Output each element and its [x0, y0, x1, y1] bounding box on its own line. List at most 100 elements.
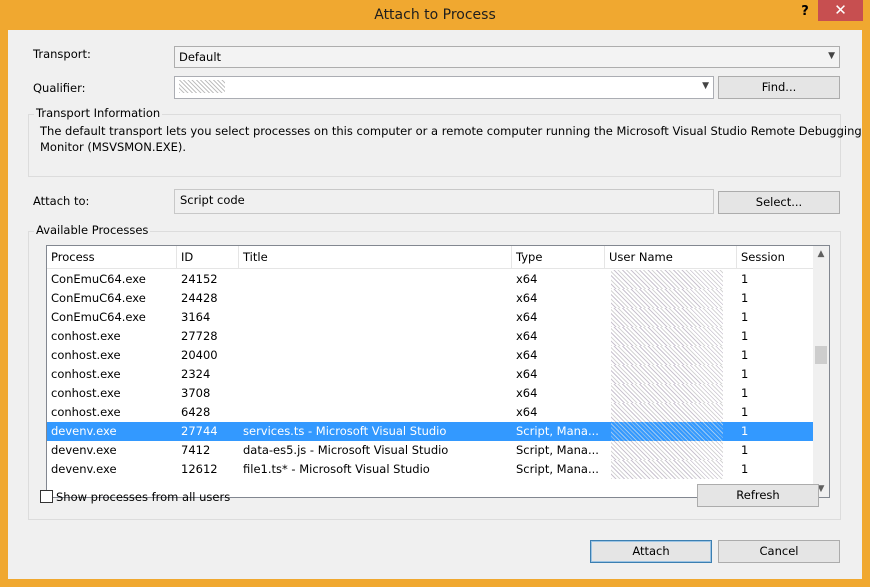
cell-session: 1	[741, 310, 749, 324]
column-header-title[interactable]: Title	[239, 246, 512, 269]
user-name-redacted	[611, 327, 723, 346]
column-header-id[interactable]: ID	[177, 246, 239, 269]
table-row[interactable]: ConEmuC64.exe 24428 x64 1	[47, 289, 813, 308]
table-row[interactable]: conhost.exe 27728 x64 1	[47, 327, 813, 346]
cell-type: x64	[516, 329, 538, 343]
transport-value: Default	[179, 50, 222, 64]
transport-info-line2: Monitor (MSVSMON.EXE).	[40, 140, 187, 154]
transport-info-title: Transport Information	[34, 106, 163, 120]
cell-session: 1	[741, 443, 749, 457]
cell-id: 3164	[181, 310, 211, 324]
cell-title	[239, 289, 512, 308]
user-name-redacted	[611, 289, 723, 308]
attach-to-field: Script code	[174, 189, 714, 214]
user-name-redacted	[611, 308, 723, 327]
cell-session: 1	[741, 329, 749, 343]
close-button[interactable]: ✕	[818, 0, 863, 21]
cell-title	[239, 346, 512, 365]
cell-process: ConEmuC64.exe	[51, 291, 146, 305]
cell-title	[239, 384, 512, 403]
cell-session: 1	[741, 291, 749, 305]
cell-process: devenv.exe	[51, 462, 117, 476]
process-list[interactable]: Process ID Title Type User Name Session …	[46, 245, 830, 498]
scroll-up-icon[interactable]: ▲	[813, 246, 829, 262]
cell-session: 1	[741, 272, 749, 286]
transport-label: Transport:	[33, 47, 91, 61]
help-button[interactable]: ?	[795, 2, 815, 22]
cell-id: 7412	[181, 443, 211, 457]
process-list-scrollbar[interactable]: ▲ ▼	[813, 246, 829, 497]
show-all-users-label[interactable]: Show processes from all users	[56, 490, 230, 504]
cell-process: ConEmuC64.exe	[51, 272, 146, 286]
table-row[interactable]: conhost.exe 6428 x64 1	[47, 403, 813, 422]
cell-id: 3708	[181, 386, 211, 400]
cell-title: services.ts - Microsoft Visual Studio	[243, 424, 447, 438]
cell-session: 1	[741, 367, 749, 381]
user-name-redacted	[611, 270, 723, 289]
transport-info-line1: The default transport lets you select pr…	[40, 124, 862, 138]
user-name-redacted	[611, 365, 723, 384]
qualifier-value-redacted	[179, 80, 225, 93]
chevron-down-icon: ▼	[702, 81, 709, 91]
cell-id: 6428	[181, 405, 211, 419]
title-bar[interactable]: Attach to Process ? ✕	[0, 0, 870, 30]
table-row[interactable]: conhost.exe 3708 x64 1	[47, 384, 813, 403]
cell-type: x64	[516, 348, 538, 362]
cell-session: 1	[741, 405, 749, 419]
cell-type: Script, Mana...	[516, 443, 599, 457]
table-row[interactable]: conhost.exe 2324 x64 1	[47, 365, 813, 384]
window-title: Attach to Process	[374, 7, 496, 23]
table-row[interactable]: devenv.exe 12612 file1.ts* - Microsoft Vis…	[47, 460, 813, 479]
process-rows: ConEmuC64.exe 24152 x64 1 ConEmuC64.exe 24428…	[47, 270, 813, 479]
column-header-process[interactable]: Process	[47, 246, 177, 269]
table-row[interactable]: devenv.exe 27744 services.ts - Microsoft V…	[47, 422, 813, 441]
column-header-type[interactable]: Type	[512, 246, 605, 269]
cell-session: 1	[741, 348, 749, 362]
cell-type: x64	[516, 291, 538, 305]
cell-title: data-es5.js - Microsoft Visual Studio	[243, 443, 449, 457]
cell-id: 24152	[181, 272, 218, 286]
cell-type: x64	[516, 272, 538, 286]
column-header-user-name[interactable]: User Name	[605, 246, 737, 269]
cell-title	[239, 403, 512, 422]
table-row[interactable]: devenv.exe 7412 data-es5.js - Microsoft Vi…	[47, 441, 813, 460]
cell-id: 27728	[181, 329, 218, 343]
cell-process: conhost.exe	[51, 329, 121, 343]
cell-title	[239, 270, 512, 289]
cell-session: 1	[741, 462, 749, 476]
attach-to-label: Attach to:	[33, 194, 90, 208]
cell-type: x64	[516, 386, 538, 400]
column-header-session[interactable]: Session	[737, 246, 813, 269]
cell-process: conhost.exe	[51, 405, 121, 419]
show-all-users-checkbox[interactable]	[40, 490, 53, 503]
find-button[interactable]: Find...	[718, 76, 840, 99]
user-name-redacted	[611, 460, 723, 479]
scrollbar-thumb[interactable]	[815, 346, 827, 364]
table-row[interactable]: ConEmuC64.exe 24152 x64 1	[47, 270, 813, 289]
chevron-down-icon: ▼	[828, 51, 835, 61]
cell-type: Script, Mana...	[516, 424, 599, 438]
attach-to-process-dialog: Attach to Process ? ✕ Transport: Default…	[0, 0, 870, 587]
process-list-header: Process ID Title Type User Name Session	[47, 246, 813, 269]
transport-dropdown[interactable]: Default ▼	[174, 46, 840, 68]
refresh-button[interactable]: Refresh	[697, 484, 819, 507]
cell-id: 12612	[181, 462, 218, 476]
cell-process: devenv.exe	[51, 443, 117, 457]
qualifier-label: Qualifier:	[33, 81, 86, 95]
available-processes-title: Available Processes	[34, 223, 151, 237]
qualifier-combobox[interactable]: ▼	[174, 76, 714, 99]
cell-process: conhost.exe	[51, 348, 121, 362]
cell-type: x64	[516, 405, 538, 419]
table-row[interactable]: conhost.exe 20400 x64 1	[47, 346, 813, 365]
cell-process: devenv.exe	[51, 424, 117, 438]
user-name-redacted	[611, 422, 723, 441]
cell-process: ConEmuC64.exe	[51, 310, 146, 324]
cancel-button[interactable]: Cancel	[718, 540, 840, 563]
table-row[interactable]: ConEmuC64.exe 3164 x64 1	[47, 308, 813, 327]
attach-button[interactable]: Attach	[590, 540, 712, 563]
cell-process: conhost.exe	[51, 386, 121, 400]
select-button[interactable]: Select...	[718, 191, 840, 214]
cell-type: Script, Mana...	[516, 462, 599, 476]
user-name-redacted	[611, 441, 723, 460]
cell-process: conhost.exe	[51, 367, 121, 381]
